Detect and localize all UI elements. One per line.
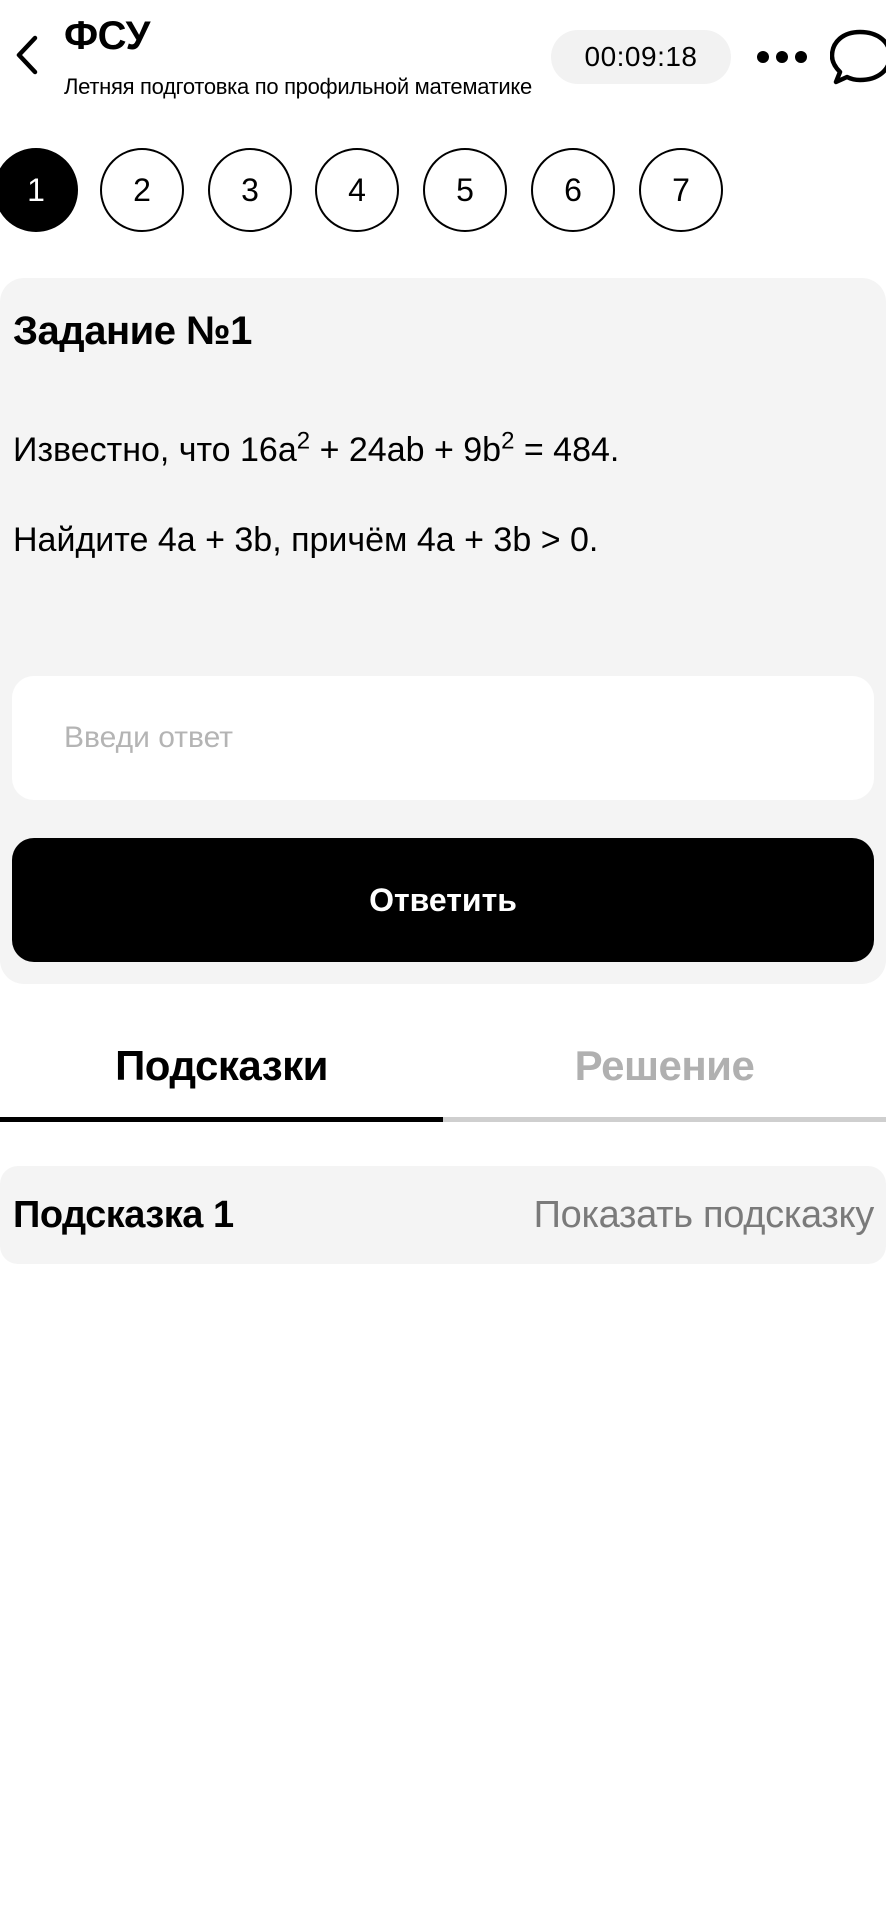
task-number-6[interactable]: 6 — [531, 148, 615, 232]
task-number-5[interactable]: 5 — [423, 148, 507, 232]
page-title: ФСУ — [64, 14, 150, 58]
hint-item: Подсказка 1 Показать подсказку — [0, 1166, 886, 1264]
chat-bubble-icon — [830, 29, 886, 85]
back-button[interactable] — [6, 30, 46, 80]
task-question: Найдите 4a + 3b, причём 4a + 3b > 0. — [13, 521, 599, 559]
task-number-2[interactable]: 2 — [100, 148, 184, 232]
exponent: 2 — [501, 427, 515, 455]
chat-button[interactable] — [830, 26, 886, 88]
show-hint-button[interactable]: Показать подсказку — [534, 1166, 875, 1264]
task-number-4[interactable]: 4 — [315, 148, 399, 232]
task-number-nav: 1 2 3 4 5 6 7 — [0, 148, 886, 236]
condition-text-part: = 484. — [514, 431, 620, 469]
answer-input[interactable] — [12, 676, 874, 800]
condition-text-part: + 24ab + 9b — [310, 431, 502, 469]
chevron-left-icon — [16, 35, 38, 75]
task-condition: Известно, что 16a2 + 24ab + 9b2 = 484. — [13, 428, 619, 472]
condition-text-part: Известно, что 16a — [13, 431, 297, 469]
submit-answer-button[interactable]: Ответить — [12, 838, 874, 962]
more-button[interactable] — [754, 38, 810, 76]
hint-label: Подсказка 1 — [13, 1193, 234, 1236]
task-heading: Задание №1 — [13, 309, 252, 353]
tab-solution[interactable]: Решение — [443, 1014, 886, 1122]
exponent: 2 — [296, 427, 311, 455]
tabs: Подсказки Решение — [0, 1014, 886, 1124]
timer-badge: 00:09:18 — [551, 30, 731, 84]
task-card: Задание №1 Известно, что 16a2 + 24ab + 9… — [0, 278, 886, 984]
course-subtitle: Летняя подготовка по профильной математи… — [64, 74, 532, 99]
task-number-3[interactable]: 3 — [208, 148, 292, 232]
tab-hints[interactable]: Подсказки — [0, 1014, 443, 1122]
task-number-7[interactable]: 7 — [639, 148, 723, 232]
task-number-1[interactable]: 1 — [0, 148, 78, 232]
top-bar: ФСУ Летняя подготовка по профильной мате… — [0, 0, 886, 110]
more-horizontal-icon — [757, 51, 807, 63]
